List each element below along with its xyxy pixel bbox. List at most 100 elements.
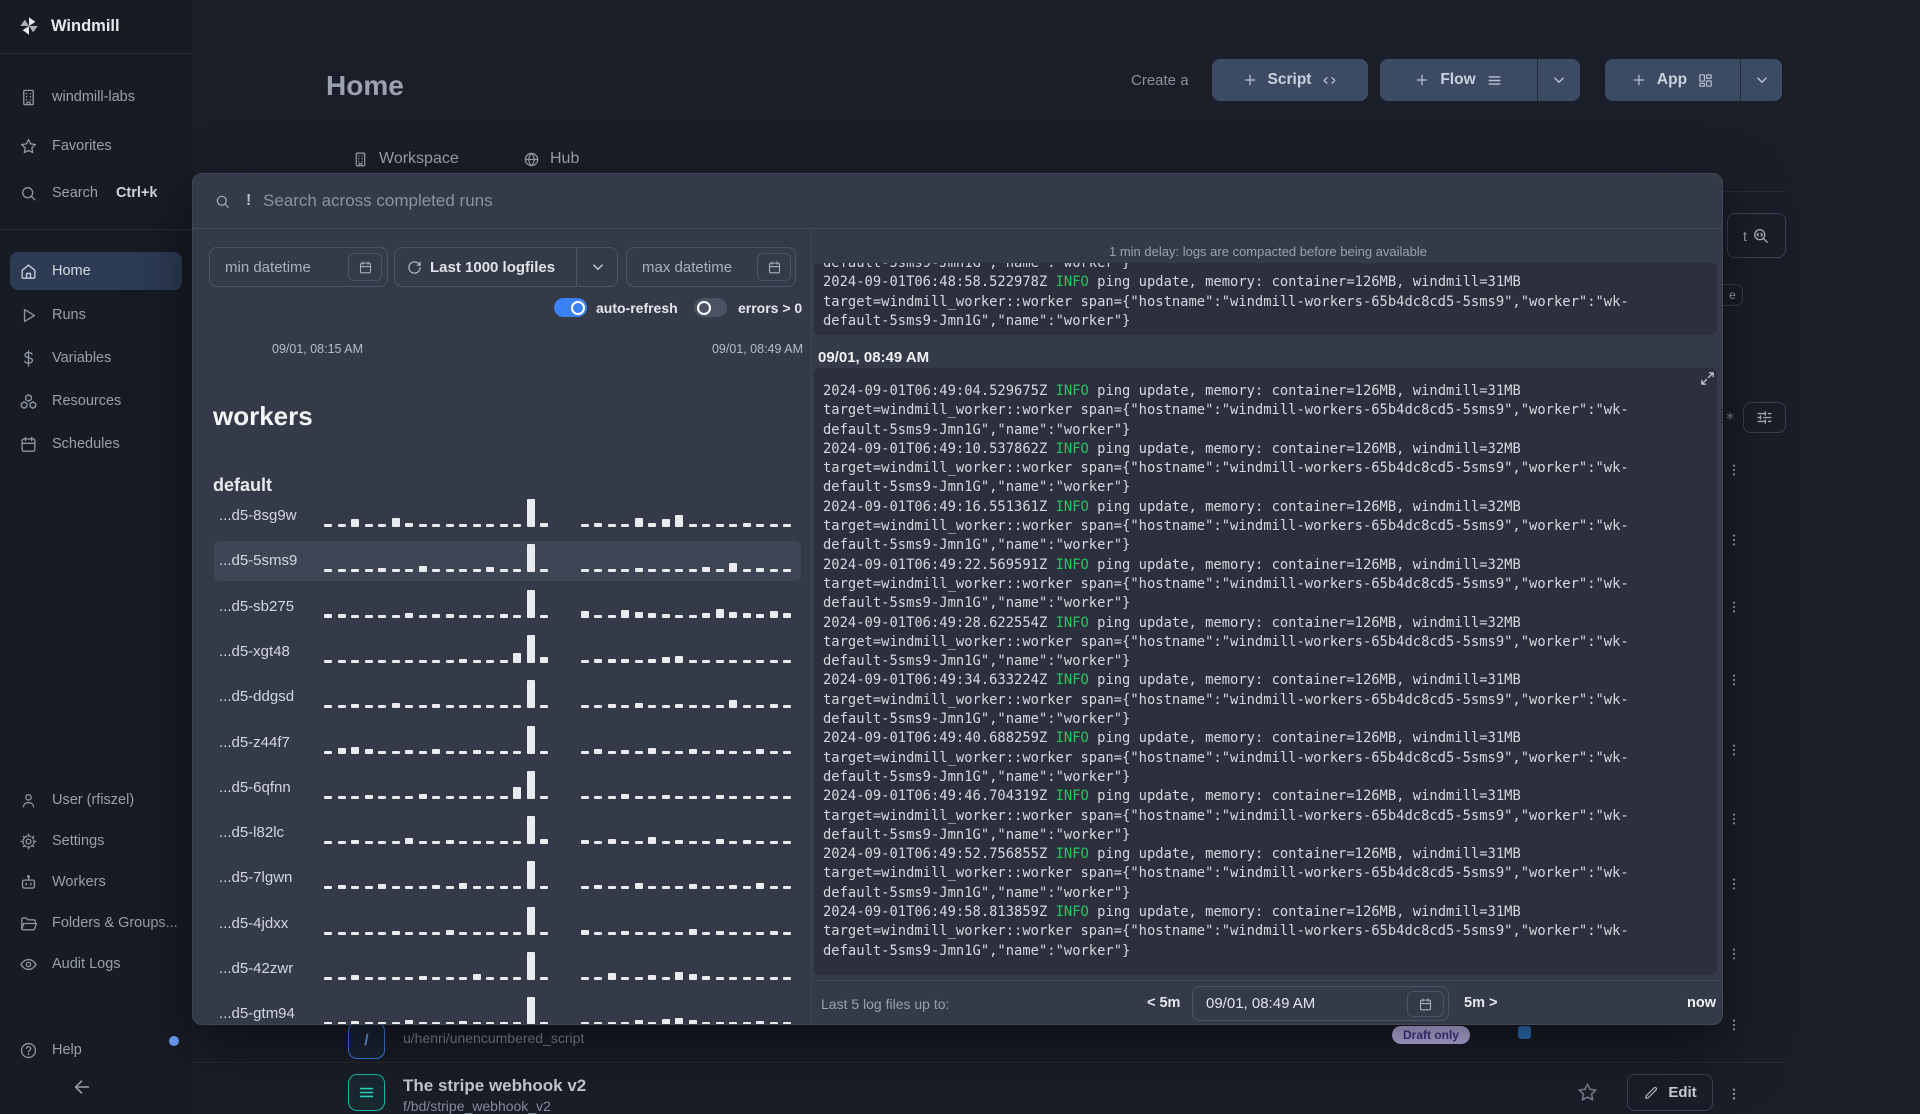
chevron-down-icon[interactable] <box>589 258 607 276</box>
spark-bar <box>648 886 656 890</box>
logfiles-dropdown[interactable]: Last 1000 logfiles <box>394 247 618 287</box>
favorite-star-icon[interactable] <box>1576 1081 1599 1104</box>
worker-row-d5-ddgsd[interactable]: ...d5-ddgsd <box>214 677 801 717</box>
expand-icon[interactable] <box>1700 371 1715 386</box>
worker-row-d5-42zwr[interactable]: ...d5-42zwr <box>214 949 801 989</box>
spark-bar <box>756 883 764 890</box>
clipped-button-fragment[interactable]: e <box>1723 284 1743 306</box>
spark-bar <box>459 1021 467 1024</box>
worker-row-d5-5sms9[interactable]: ...d5-5sms9 <box>214 541 801 582</box>
filter-settings-button[interactable] <box>1743 402 1786 433</box>
spark-bar <box>378 524 386 527</box>
errors-toggle[interactable] <box>694 298 727 317</box>
spark-bar <box>742 705 751 709</box>
spark-bar <box>337 885 346 890</box>
spark-bar <box>364 794 373 799</box>
kebab-menu-icon[interactable] <box>1726 1083 1742 1107</box>
log-line: 2024-09-01T06:49:16.551361Z INFO ping up… <box>823 498 1521 515</box>
worker-row-d5-6qfnn[interactable]: ...d5-6qfnn <box>214 768 801 808</box>
log-line: default-5sms9-Jmn1G","name":"worker"} <box>823 537 1131 554</box>
spark-bar <box>445 886 454 890</box>
spark-bar <box>621 977 629 980</box>
worker-row-d5-l82lc[interactable]: ...d5-l82lc <box>214 813 801 853</box>
spark-bar <box>337 613 346 618</box>
sidebar-item-folders-groups[interactable]: Folders & Groups... <box>10 904 182 942</box>
create-app-dropdown[interactable] <box>1740 59 1782 101</box>
auto-refresh-toggle[interactable] <box>554 298 587 317</box>
sidebar-item-runs[interactable]: Runs <box>10 296 182 334</box>
create-flow-dropdown[interactable] <box>1537 59 1580 101</box>
forward-5m-button[interactable]: 5m > <box>1464 995 1497 1011</box>
max-datetime-calendar-button[interactable] <box>757 253 791 281</box>
tab-hub[interactable]: Hub <box>523 150 579 168</box>
sidebar-item-variables[interactable]: Variables <box>10 339 182 377</box>
spark-bar <box>432 613 440 618</box>
tab-workspace[interactable]: Workspace <box>352 150 459 168</box>
worker-row-d5-xgt48[interactable]: ...d5-xgt48 <box>214 632 801 672</box>
worker-row-d5-8sg9w[interactable]: ...d5-8sg9w <box>214 496 801 536</box>
create-script-button[interactable]: Script <box>1212 59 1368 101</box>
spark-bar <box>486 931 494 935</box>
spark-bar <box>661 750 670 754</box>
worker-row-d5-gtm94[interactable]: ...d5-gtm94 <box>214 994 801 1024</box>
kebab-menu-icon[interactable] <box>1726 459 1742 483</box>
spark-bar <box>432 748 440 754</box>
kebab-menu-icon[interactable] <box>1726 1014 1742 1038</box>
worker-row-d5-4jdxx[interactable]: ...d5-4jdxx <box>214 904 801 944</box>
kebab-menu-icon[interactable] <box>1726 669 1742 693</box>
worker-row-d5-sb275[interactable]: ...d5-sb275 <box>214 587 801 627</box>
worker-sparkline <box>324 588 796 618</box>
sidebar-item-user-rfiszel[interactable]: User (rfiszel) <box>10 781 182 819</box>
kebab-menu-icon[interactable] <box>1726 596 1742 620</box>
spark-bar <box>432 931 440 935</box>
log-entries-block[interactable]: 2024-09-01T06:49:04.529675Z INFO ping up… <box>814 368 1717 975</box>
now-button[interactable]: now <box>1687 995 1716 1011</box>
spark-bar <box>391 841 400 845</box>
sidebar-item-help[interactable]: Help <box>10 1031 182 1069</box>
worker-sparkline <box>324 724 796 754</box>
sidebar-item-resources[interactable]: Resources <box>10 382 182 420</box>
sidebar-item-workers[interactable]: Workers <box>10 863 182 901</box>
windmill-brand[interactable]: Windmill <box>18 15 120 37</box>
sidebar-item-schedules[interactable]: Schedules <box>10 425 182 463</box>
arrow-left-icon <box>71 1076 93 1098</box>
sidebar-item-favorites[interactable]: Favorites <box>10 127 182 165</box>
kebab-menu-icon[interactable] <box>1726 529 1742 553</box>
list-icon <box>1486 72 1503 89</box>
spark-bar <box>648 569 656 573</box>
spark-bar <box>688 524 697 527</box>
worker-row-d5-7lgwn[interactable]: ...d5-7lgwn <box>214 858 801 898</box>
spark-bar <box>729 700 737 709</box>
sidebar-item-settings[interactable]: Settings <box>10 822 182 860</box>
tab-label: Hub <box>550 150 580 167</box>
spark-bar <box>742 523 751 527</box>
log-scrollback-block[interactable]: default-5sms9-Jmn1G","name":"worker"} 202… <box>814 263 1717 335</box>
spark-bar <box>405 569 413 573</box>
spark-bar <box>715 839 724 845</box>
spark-bar <box>783 886 791 890</box>
search-input[interactable] <box>263 191 1163 211</box>
kebab-menu-icon[interactable] <box>1726 808 1742 832</box>
kebab-menu-icon[interactable] <box>1726 739 1742 763</box>
sidebar-collapse-button[interactable] <box>70 1076 94 1100</box>
spark-bar <box>702 931 710 935</box>
sidebar-item-search[interactable]: Search Ctrl+k <box>10 174 182 212</box>
sidebar-item-audit-logs[interactable]: Audit Logs <box>10 945 182 983</box>
create-flow-button[interactable]: Flow <box>1380 59 1537 101</box>
back-5m-button[interactable]: < 5m <box>1147 995 1180 1011</box>
sidebar-item-windmill-labs[interactable]: windmill-labs <box>10 78 182 116</box>
edit-button[interactable]: Edit <box>1627 1074 1713 1111</box>
log-datetime-calendar-button[interactable] <box>1407 991 1444 1017</box>
kebab-menu-icon[interactable] <box>1726 873 1742 897</box>
spark-bar <box>594 931 602 935</box>
sidebar-item-home[interactable]: Home <box>10 252 182 290</box>
kebab-menu-icon[interactable] <box>1726 943 1742 967</box>
search-runs-button[interactable]: t <box>1727 213 1786 258</box>
min-datetime-calendar-button[interactable] <box>348 253 382 281</box>
worker-row-d5-z44f7[interactable]: ...d5-z44f7 <box>214 723 801 763</box>
log-panel: 1 min delay: logs are compacted before b… <box>811 229 1722 1024</box>
spark-bar <box>499 931 508 935</box>
item-title[interactable]: The stripe webhook v2 <box>403 1076 586 1096</box>
spark-bar <box>661 569 670 573</box>
create-app-button[interactable]: App <box>1605 59 1740 101</box>
